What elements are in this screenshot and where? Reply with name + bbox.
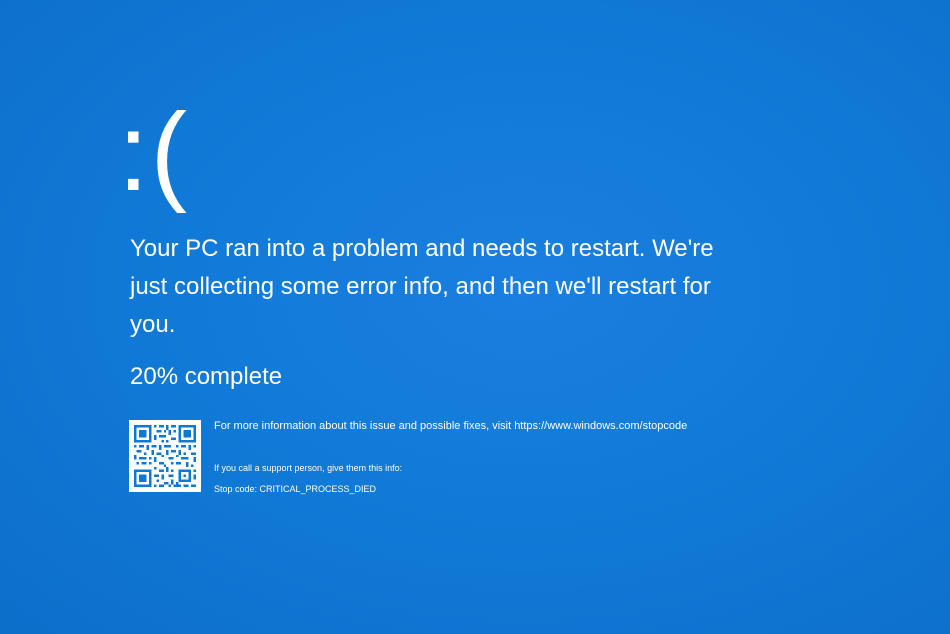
support-info-text: If you call a support person, give them …	[214, 463, 403, 473]
qr-code-icon	[129, 420, 201, 492]
error-headline: Your PC ran into a problem and needs to …	[130, 235, 714, 338]
qr-code-graphic	[129, 420, 201, 492]
bsod-screen: :( Your PC ran into a problem and needs …	[0, 0, 950, 634]
stop-code-text: Stop code: CRITICAL_PROCESS_DIED	[214, 484, 377, 494]
more-info-text: For more information about this issue an…	[214, 420, 688, 432]
progress-status: 20% complete	[130, 363, 283, 390]
error-details: For more information about this issue an…	[214, 419, 774, 494]
sad-face-emoticon: :(	[118, 91, 190, 214]
